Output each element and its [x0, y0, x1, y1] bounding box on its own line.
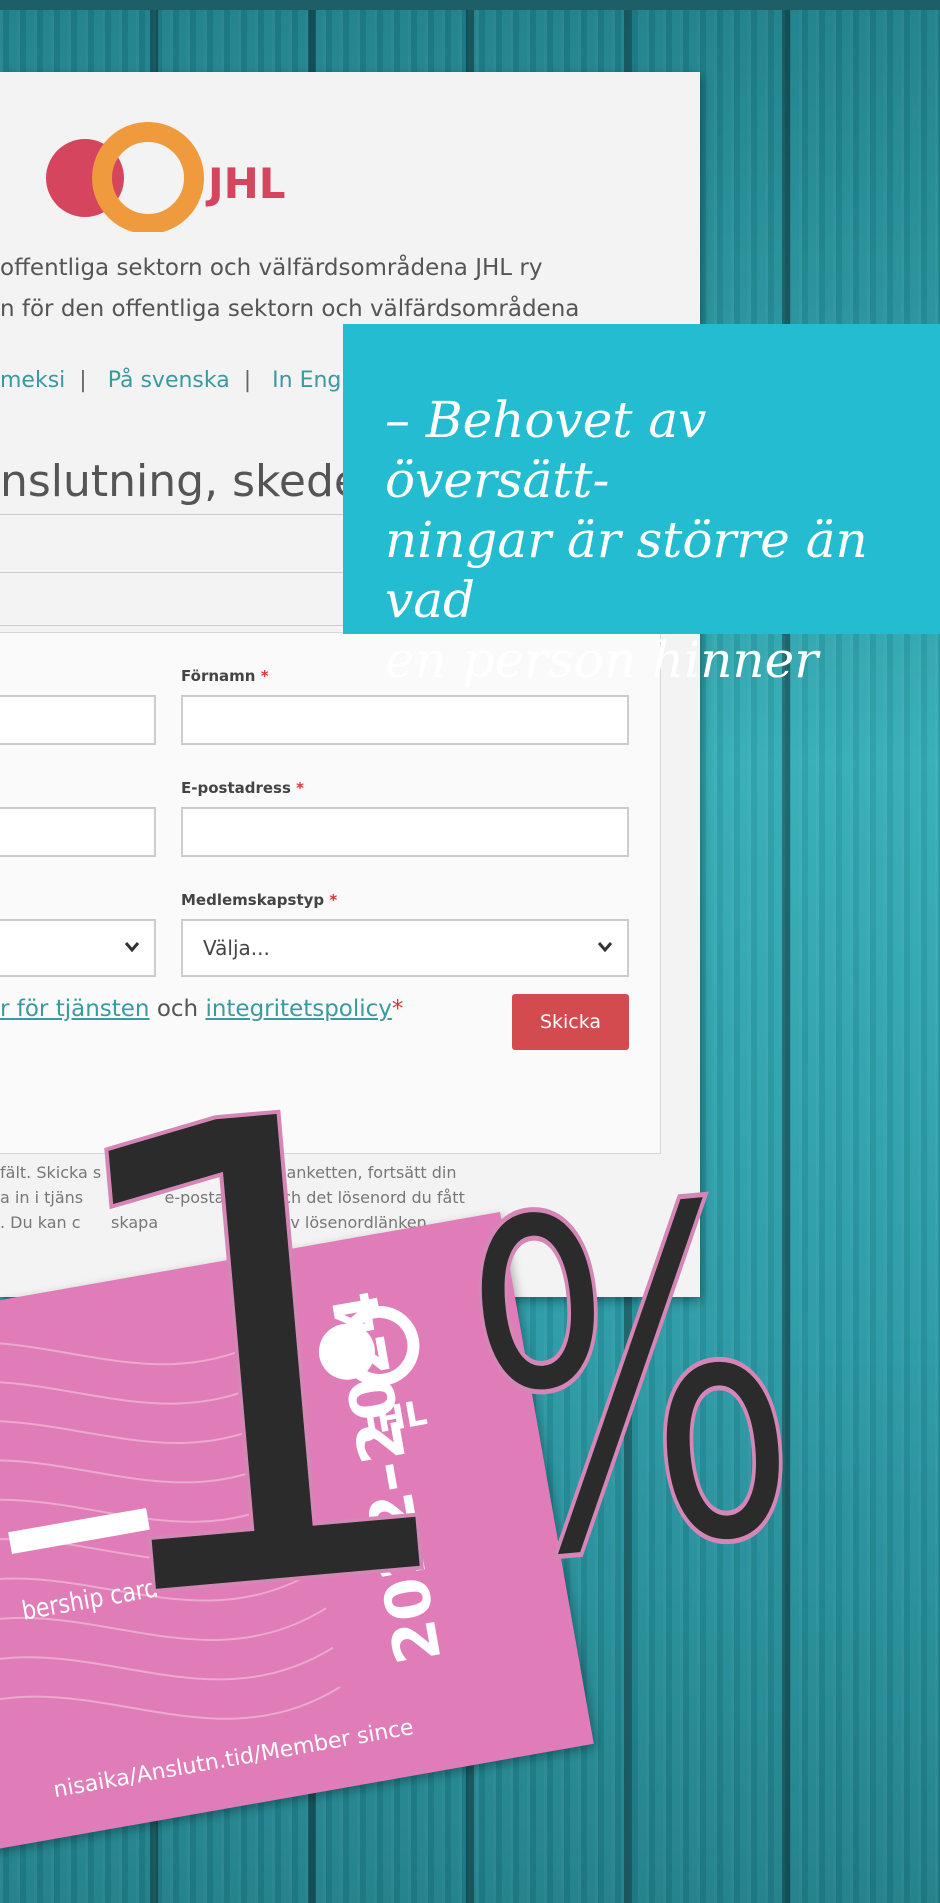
email-label: E-postadress *: [181, 779, 304, 797]
wood-edge: [0, 0, 940, 10]
jhl-logo: JHL: [46, 122, 286, 232]
phone-input[interactable]: [0, 807, 156, 857]
page-title: nslutning, skede: [0, 456, 361, 507]
quote-box: – Behovet av översätt- ningar är större …: [343, 324, 940, 749]
submit-button[interactable]: Skicka: [512, 994, 629, 1050]
lang-finnish-link[interactable]: meksi: [0, 368, 65, 393]
lang-english-link[interactable]: In Engl: [272, 368, 347, 393]
language-bar: meksi | På svenska | In Engl: [0, 368, 348, 393]
membership-type-label: Medlemskapstyp *: [181, 891, 338, 909]
left-select[interactable]: [0, 919, 156, 977]
membership-type-value: Välja...: [203, 936, 270, 960]
firstname-label: Förnamn *: [181, 667, 269, 685]
logo-text: JHL: [205, 159, 286, 208]
membership-type-select[interactable]: Välja...: [181, 919, 629, 977]
chevron-down-icon: [124, 942, 140, 953]
org-name-finnish: offentliga sektorn och välfärdsområdena …: [0, 255, 543, 281]
headline-percent-sign: %: [445, 1102, 818, 1667]
email-input[interactable]: [181, 807, 629, 857]
quote-text: – Behovet av översätt- ningar är större …: [385, 391, 868, 749]
lang-swedish-link[interactable]: På svenska: [108, 368, 230, 393]
lastname-input[interactable]: [0, 695, 156, 745]
headline-number: 1: [21, 969, 496, 1751]
chevron-down-icon: [597, 942, 613, 953]
org-name-swedish: n för den offentliga sektorn och välfärd…: [0, 296, 580, 322]
